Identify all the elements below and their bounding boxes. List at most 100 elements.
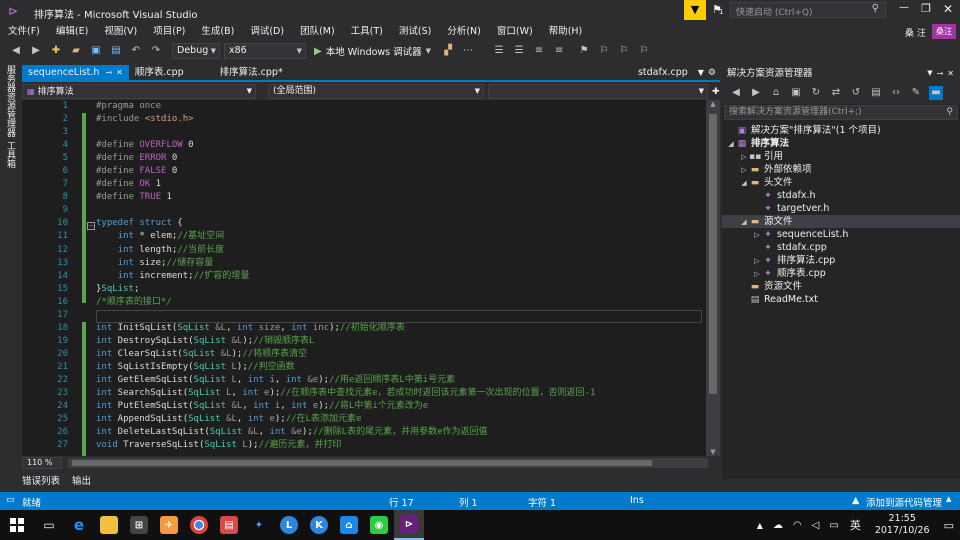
- clear-bookmarks-icon[interactable]: ⚐: [637, 44, 651, 58]
- back-icon[interactable]: ◀: [9, 44, 23, 58]
- menu-view[interactable]: 视图(V): [96, 22, 145, 41]
- history-icon[interactable]: ↻: [809, 86, 823, 100]
- tab-overflow-icon[interactable]: ▼: [698, 68, 704, 77]
- menu-team[interactable]: 团队(M): [292, 22, 343, 41]
- toolbox-tab[interactable]: 工具箱: [4, 141, 17, 168]
- properties-icon[interactable]: ✎: [909, 86, 923, 100]
- user-name[interactable]: 桑 汪: [905, 26, 926, 39]
- open-file-icon[interactable]: ▰: [69, 44, 83, 58]
- scroll-down-icon[interactable]: ▼: [706, 448, 720, 456]
- minimize-button[interactable]: —: [896, 2, 912, 13]
- expanded-arrow-icon[interactable]: ◢: [739, 216, 749, 229]
- save-all-icon[interactable]: ▤: [109, 44, 123, 58]
- redo-icon[interactable]: ↷: [149, 44, 163, 58]
- menu-edit[interactable]: 编辑(E): [48, 22, 96, 41]
- solution-search-input[interactable]: 搜索解决方案资源管理器(Ctrl+;) ⚲: [724, 105, 958, 120]
- tab-sort-algorithm-cpp[interactable]: 排序算法.cpp*: [214, 65, 289, 80]
- sync-icon[interactable]: ⇄: [829, 86, 843, 100]
- collapse-all-icon[interactable]: ▤: [869, 86, 883, 100]
- menu-test[interactable]: 测试(S): [391, 22, 439, 41]
- network-icon[interactable]: ◠: [793, 520, 802, 531]
- scope-dropdown[interactable]: (全局范围) ▼: [268, 84, 484, 99]
- menu-file[interactable]: 文件(F): [0, 22, 48, 41]
- tree-node[interactable]: ◢ ▬ 源文件: [722, 215, 960, 228]
- action-center-icon[interactable]: ▭: [944, 519, 954, 532]
- tree-node[interactable]: ✦ stdafx.cpp: [722, 241, 960, 254]
- preview-icon[interactable]: ▬: [929, 86, 943, 100]
- taskbar-app-l[interactable]: L: [274, 510, 304, 540]
- tree-node[interactable]: ▷ ✦ 顺序表.cpp: [722, 267, 960, 280]
- uncomment-icon[interactable]: ≡: [552, 44, 566, 58]
- taskbar-visual-studio[interactable]: ⊳: [394, 510, 424, 540]
- undo-icon[interactable]: ↶: [129, 44, 143, 58]
- tree-node[interactable]: ▤ ReadMe.txt: [722, 293, 960, 306]
- solution-config-dropdown[interactable]: Debug ▼: [172, 43, 220, 59]
- close-button[interactable]: ✕: [940, 2, 956, 16]
- indent-icon[interactable]: ☰: [492, 44, 506, 58]
- code-text[interactable]: #pragma once #include <stdio.h> #define …: [96, 100, 706, 456]
- chevron-up-icon[interactable]: ▲: [757, 521, 763, 530]
- scroll-thumb[interactable]: [72, 459, 652, 466]
- taskbar-app-orange[interactable]: ✈: [154, 510, 184, 540]
- tree-node[interactable]: ▷ ▪▪ 引用: [722, 150, 960, 163]
- back-icon[interactable]: ◀: [729, 86, 743, 100]
- dropdown-icon[interactable]: ▼: [927, 65, 932, 82]
- expanded-arrow-icon[interactable]: ◢: [739, 177, 749, 190]
- home-icon[interactable]: ⌂: [769, 86, 783, 100]
- taskbar-app-k[interactable]: K: [304, 510, 334, 540]
- taskbar-explorer[interactable]: [94, 510, 124, 540]
- cloud-icon[interactable]: ☁: [773, 520, 783, 531]
- tree-node[interactable]: ▣ 解决方案"排序算法"(1 个项目): [722, 124, 960, 137]
- vertical-scrollbar[interactable]: ▲ ▼: [706, 100, 720, 456]
- horizontal-scrollbar[interactable]: [68, 457, 708, 468]
- clock[interactable]: 21:55 2017/10/26: [875, 513, 930, 537]
- zoom-dropdown[interactable]: 110 %: [22, 456, 62, 469]
- menu-build[interactable]: 生成(B): [193, 22, 242, 41]
- tab-sequencelist-h[interactable]: sequenceList.h ⊸ ✕: [22, 65, 129, 80]
- scroll-thumb[interactable]: [709, 114, 717, 394]
- attach-icon[interactable]: ▞: [441, 44, 455, 58]
- taskbar-edge[interactable]: e: [64, 510, 94, 540]
- forward-icon[interactable]: ▶: [29, 44, 43, 58]
- tree-node[interactable]: ▷ ✦ sequenceList.h: [722, 228, 960, 241]
- refresh-icon[interactable]: ↺: [849, 86, 863, 100]
- switch-views-icon[interactable]: ▣: [789, 86, 803, 100]
- tree-node[interactable]: ▬ 资源文件: [722, 280, 960, 293]
- prev-bookmark-icon[interactable]: ⚐: [597, 44, 611, 58]
- tree-node[interactable]: ▷ ▬ 外部依赖项: [722, 163, 960, 176]
- chevron-up-icon[interactable]: ▲: [946, 495, 951, 503]
- outdent-icon[interactable]: ☰: [512, 44, 526, 58]
- project-dropdown[interactable]: ▦ 排序算法 ▼: [22, 84, 256, 99]
- settings-icon[interactable]: ⚙: [708, 68, 716, 78]
- start-button[interactable]: [0, 510, 34, 540]
- code-editor[interactable]: 1 2 3 4 5 6 7 8 9 10 11 12 13 14 15 16 1…: [22, 100, 706, 456]
- tree-node[interactable]: ▷ ✦ 排序算法.cpp: [722, 254, 960, 267]
- menu-window[interactable]: 窗口(W): [489, 22, 541, 41]
- comment-icon[interactable]: ≡: [532, 44, 546, 58]
- save-icon[interactable]: ▣: [89, 44, 103, 58]
- forward-icon[interactable]: ▶: [749, 86, 763, 100]
- collapse-typedef-icon[interactable]: −: [87, 222, 95, 230]
- close-icon[interactable]: ✕: [116, 65, 123, 80]
- step-icon[interactable]: ⋯: [461, 44, 475, 58]
- message-icon[interactable]: ▭: [829, 520, 838, 531]
- code-view-icon[interactable]: ‹›: [889, 86, 903, 100]
- bookmark-icon[interactable]: ⚑: [577, 44, 591, 58]
- notification-flag-icon[interactable]: ▼: [684, 0, 706, 20]
- split-icon[interactable]: ✚: [712, 87, 720, 97]
- tree-node[interactable]: ◢ ▬ 头文件: [722, 176, 960, 189]
- menu-help[interactable]: 帮助(H): [541, 22, 591, 41]
- menu-project[interactable]: 项目(P): [145, 22, 193, 41]
- platform-dropdown[interactable]: x86 ▼: [224, 43, 306, 59]
- pin-icon[interactable]: ⊸: [937, 65, 944, 82]
- menu-analyze[interactable]: 分析(N): [439, 22, 489, 41]
- member-dropdown[interactable]: ▼: [488, 84, 708, 99]
- user-avatar[interactable]: 桑汪: [932, 24, 956, 39]
- tree-node[interactable]: ✦ stdafx.h: [722, 189, 960, 202]
- taskbar-store[interactable]: ⊞: [124, 510, 154, 540]
- tab-error-list[interactable]: 错误列表: [22, 473, 60, 487]
- new-project-icon[interactable]: ✚: [49, 44, 63, 58]
- start-debugging-button[interactable]: ▶ 本地 Windows 调试器 ▼: [314, 43, 431, 59]
- taskbar-chrome[interactable]: [184, 510, 214, 540]
- server-explorer-tab[interactable]: 服务器资源管理器: [4, 65, 17, 137]
